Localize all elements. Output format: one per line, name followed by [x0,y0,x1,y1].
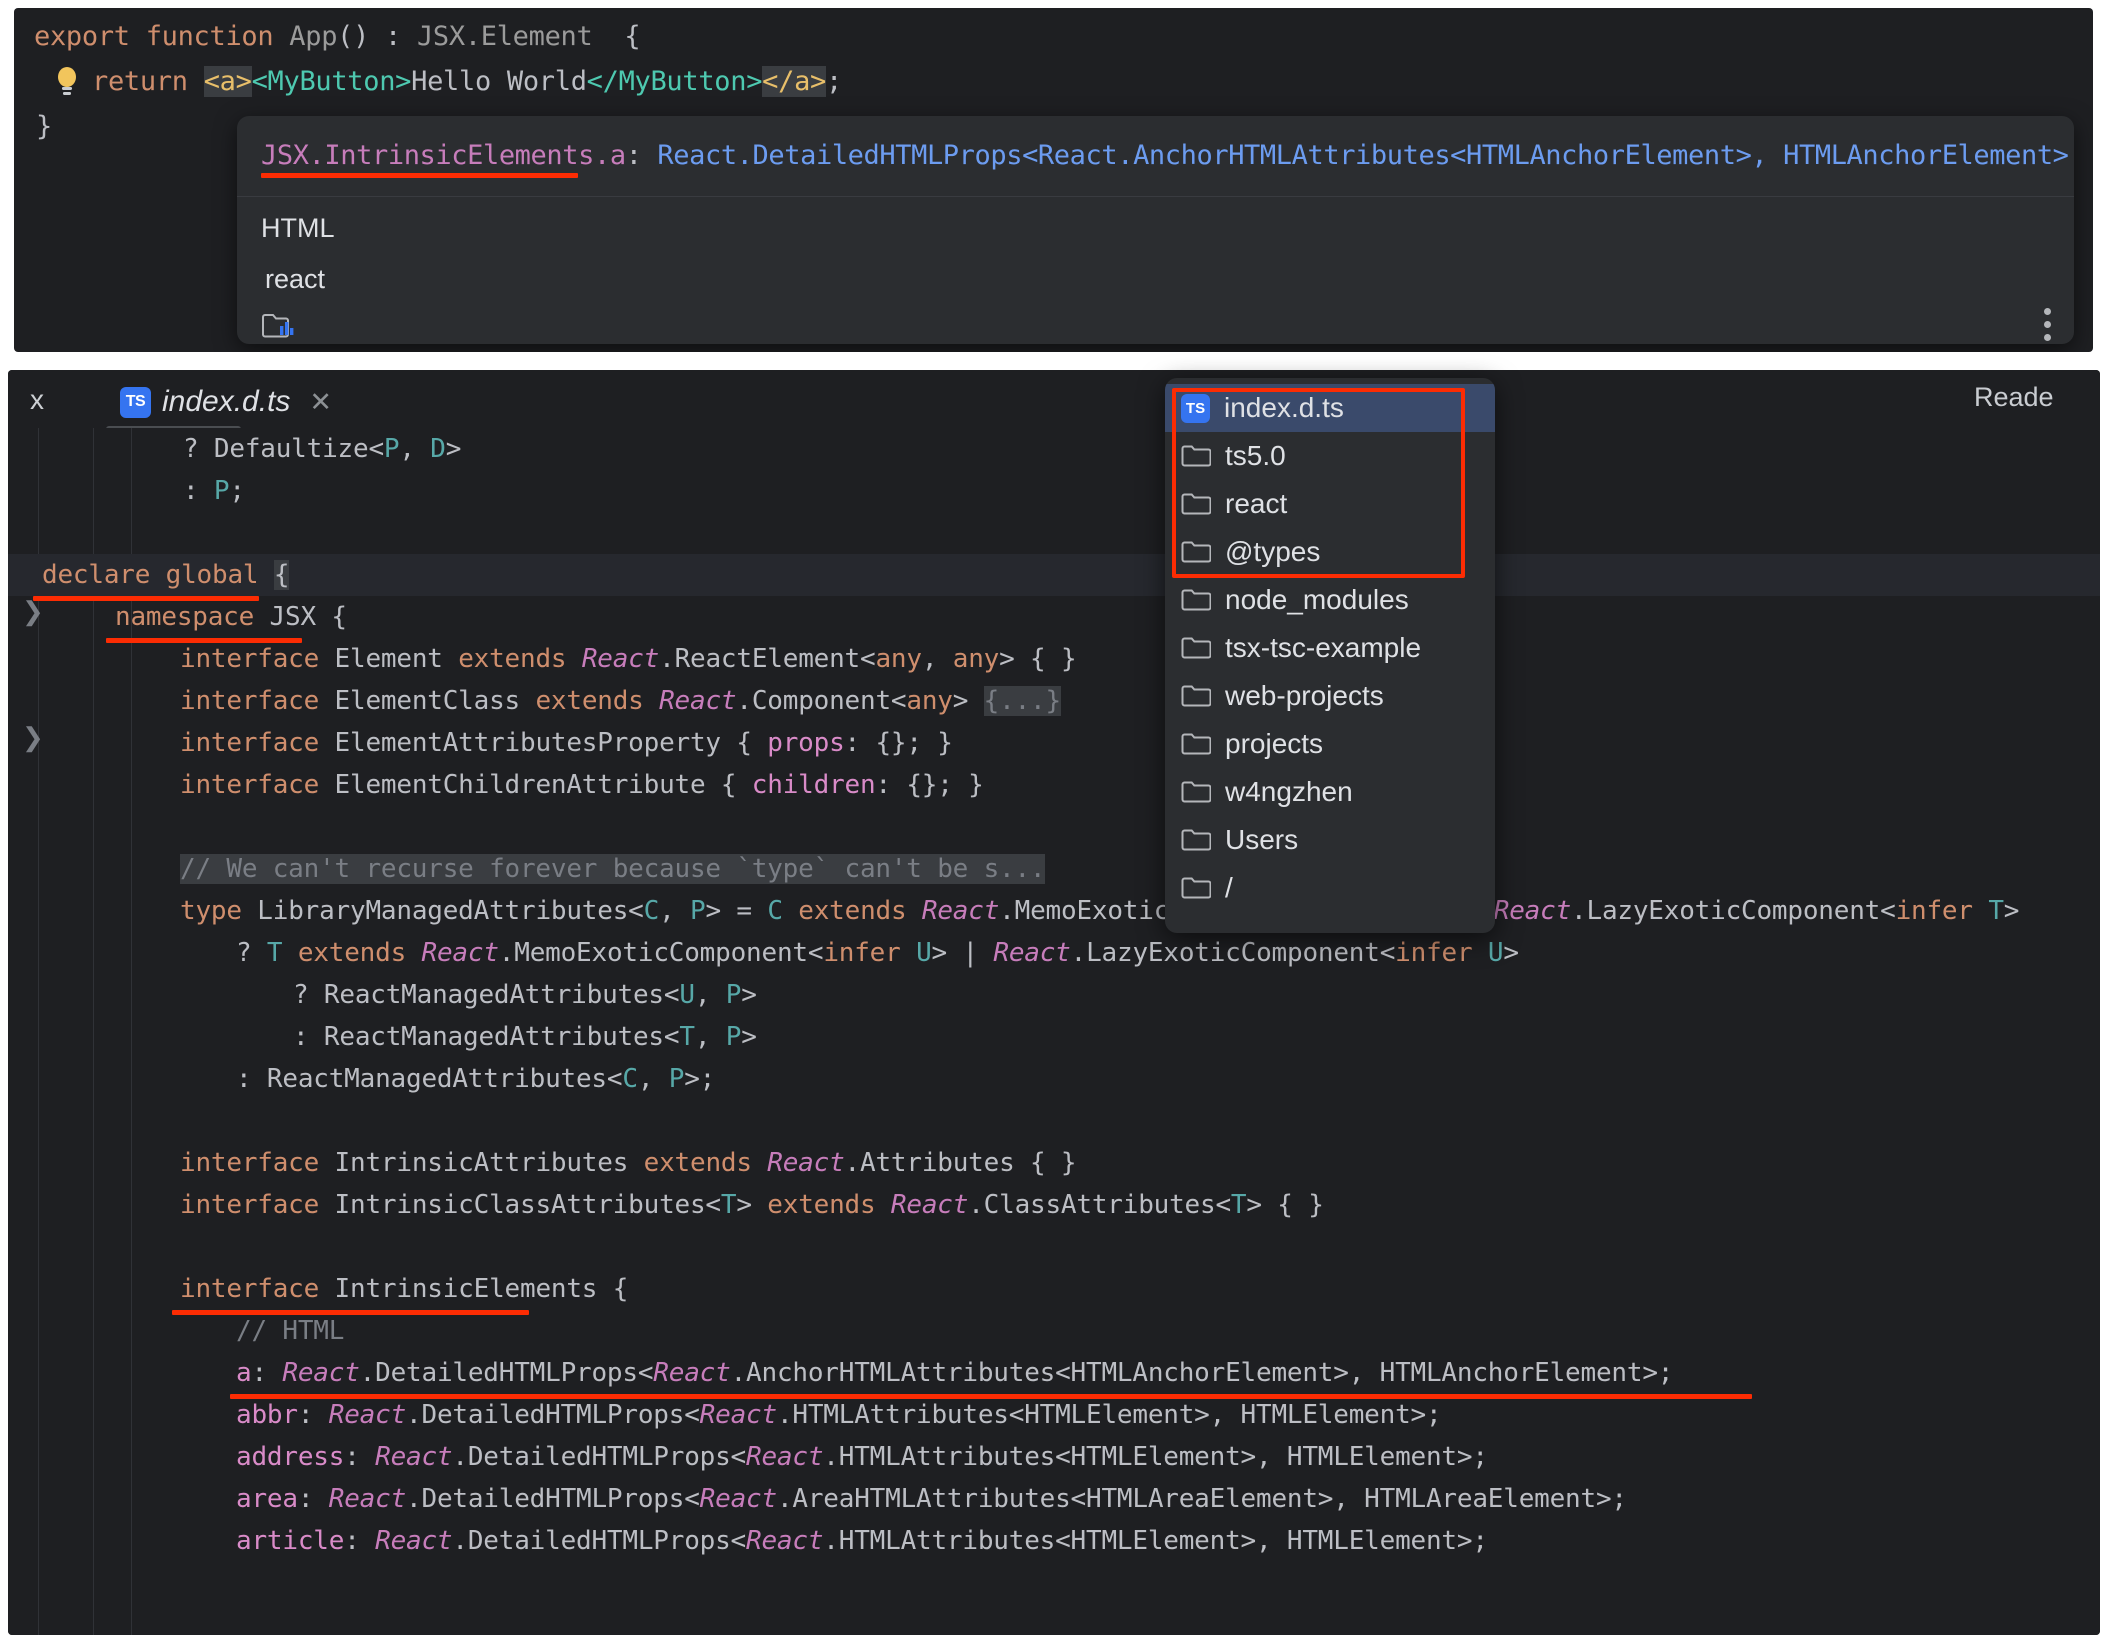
code-row: interface Element extends React.ReactEle… [180,638,1076,680]
code-row: namespace JSX { [115,596,347,638]
caret-line-highlight [8,554,2100,596]
code-row: interface IntrinsicElements { [180,1268,628,1310]
breadcrumb-item-types[interactable]: @types [1165,528,1495,576]
breadcrumb-item-w4ngzhen[interactable]: w4ngzhen [1165,768,1495,816]
code-row: ? T extends React.MemoExoticComponent<in… [236,932,1519,974]
code-row: interface ElementClass extends React.Com… [180,680,1061,722]
editor-viewport[interactable]: ❯ ❯ ? Defaultize<P, D> : P; declare glob… [8,428,2100,1635]
code-row: interface IntrinsicClassAttributes<T> ex… [180,1184,1324,1226]
code-row: declare global { [42,554,289,596]
code-row: interface ElementAttributesProperty { pr… [180,722,953,764]
code-line-2: return <a><MyButton>Hello World</MyButto… [92,59,842,104]
breadcrumb-item-label: @types [1225,536,1320,568]
breadcrumb-item-label: projects [1225,728,1323,760]
code-line-3: } [36,104,52,149]
tab-index-d-ts[interactable]: TS index.d.ts ✕ [112,376,340,428]
fold-chevron-icon[interactable]: ❯ [22,722,44,753]
popup-divider [237,196,2074,197]
code-row: type LibraryManagedAttributes<C, P> = C … [180,890,2019,932]
folder-icon [1181,636,1211,660]
code-row: abbr: React.DetailedHTMLProps<React.HTML… [236,1394,1441,1436]
code-row: : ReactManagedAttributes<C, P>; [236,1058,715,1100]
tab-label: index.d.ts [162,385,290,419]
lightbulb-icon[interactable] [56,66,78,98]
breadcrumb-item-web-projects[interactable]: web-projects [1165,672,1495,720]
breadcrumb-dropdown[interactable]: TS index.d.ts ts5.0 react @types node_modules… [1165,378,1495,933]
editor-tabstrip: x TS index.d.ts ✕ Reade [8,370,2100,428]
main-editor-panel: x TS index.d.ts ✕ Reade ❯ ❯ ? Defaultize… [8,370,2100,1635]
folder-icon [1181,876,1211,900]
gutter-divider-2 [93,428,94,1635]
ts-file-icon: TS [120,387,151,418]
breadcrumb-item-tsx-tsc-example[interactable]: tsx-tsc-example [1165,624,1495,672]
code-row: : ReactManagedAttributes<T, P> [293,1016,757,1058]
folder-icon [1181,540,1211,564]
code-row: : P; [183,470,245,512]
tab-truncated[interactable]: x [30,384,44,416]
kebab-menu-icon[interactable] [2044,308,2052,342]
folder-icon [1181,732,1211,756]
code-row: // HTML [236,1310,344,1352]
folder-icon [1181,492,1211,516]
breadcrumb-item-label: Users [1225,824,1298,856]
code-line-1: export function App() : JSX.Element { [34,14,640,59]
annotation-underline-symbol [261,173,578,178]
breadcrumb-item-react[interactable]: react [1165,480,1495,528]
breadcrumb-item-label: react [1225,488,1287,520]
breadcrumb-item-label: web-projects [1225,680,1384,712]
folder-library-icon[interactable] [261,312,295,338]
breadcrumb-item-label: / [1225,872,1233,904]
code-row: area: React.DetailedHTMLProps<React.Area… [236,1478,1627,1520]
code-row: address: React.DetailedHTMLProps<React.H… [236,1436,1488,1478]
top-code-panel: export function App() : JSX.Element { re… [14,8,2093,352]
code-row: ? ReactManagedAttributes<U, P> [293,974,757,1016]
quickdoc-symbol: JSX.IntrinsicElements.a [261,140,626,171]
folder-icon [1181,828,1211,852]
annotation-underline-intrinsic-elements [172,1310,529,1315]
breadcrumb-item-label: tsx-tsc-example [1225,632,1421,664]
close-icon[interactable]: ✕ [309,387,332,418]
quickdoc-section-label: HTML [261,213,335,244]
ts-file-icon: TS [1181,394,1210,423]
quickdoc-signature: JSX.IntrinsicElements.a: React.DetailedH… [261,136,2069,176]
breadcrumb-item-label: ts5.0 [1225,440,1286,472]
folder-icon [1181,588,1211,612]
readonly-status-badge: Reade [1974,382,2086,413]
breadcrumb-item-index-d-ts[interactable]: TS index.d.ts [1165,384,1495,432]
breadcrumb-item-ts5-0[interactable]: ts5.0 [1165,432,1495,480]
quickdoc-colon: : [626,140,658,171]
breadcrumb-item-[interactable]: / [1165,864,1495,912]
quick-documentation-popup: JSX.IntrinsicElements.a: React.DetailedH… [237,116,2074,344]
code-row: ? Defaultize<P, D> [183,428,461,470]
code-row: interface IntrinsicAttributes extends Re… [180,1142,1076,1184]
quickdoc-source-label: react [265,264,325,295]
breadcrumb-item-projects[interactable]: projects [1165,720,1495,768]
code-row: // We can't recurse forever because `typ… [180,848,1045,890]
breadcrumb-item-label: w4ngzhen [1225,776,1353,808]
code-row: article: React.DetailedHTMLProps<React.H… [236,1520,1488,1562]
breadcrumb-item-node-modules[interactable]: node_modules [1165,576,1495,624]
screenshot-root: export function App() : JSX.Element { re… [0,0,2107,1643]
code-row: interface ElementChildrenAttribute { chi… [180,764,984,806]
breadcrumb-item-label: index.d.ts [1224,392,1344,424]
folder-icon [1181,684,1211,708]
breadcrumb-item-label: node_modules [1225,584,1409,616]
code-row: a: React.DetailedHTMLProps<React.AnchorH… [236,1352,1673,1394]
quickdoc-type: React.DetailedHTMLProps<React.AnchorHTML… [657,140,2068,171]
breadcrumb-item-users[interactable]: Users [1165,816,1495,864]
folder-icon [1181,780,1211,804]
folder-icon [1181,444,1211,468]
